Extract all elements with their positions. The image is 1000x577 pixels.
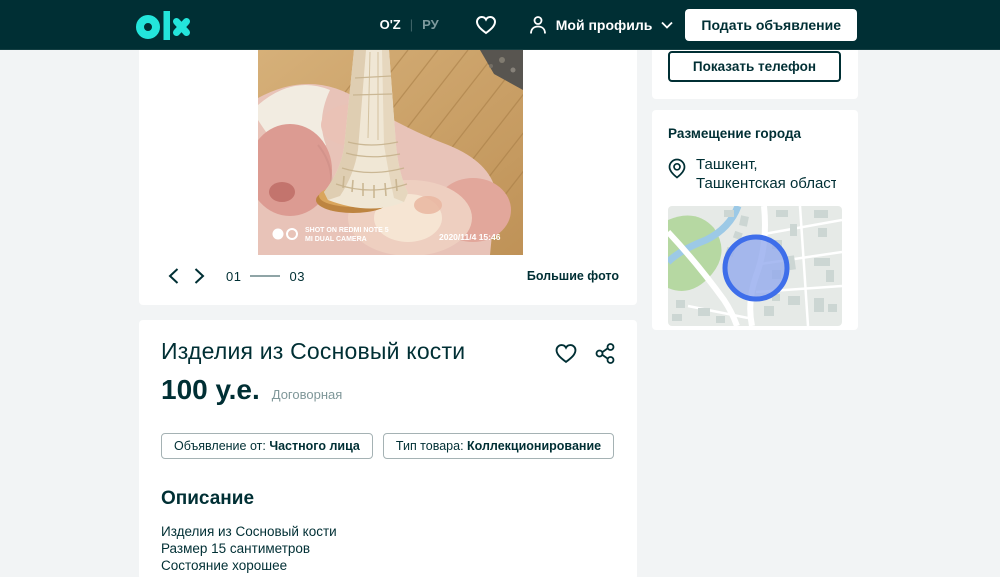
location-card: Размещение города Ташкент, Ташкентская о… xyxy=(652,110,858,330)
prev-photo-icon[interactable] xyxy=(162,264,184,288)
listing-details-card: Изделия из Сосновый кости 100 у.е. Догов… xyxy=(139,320,637,577)
lang-ru[interactable]: РУ xyxy=(422,17,439,32)
favorites-heart-icon[interactable] xyxy=(475,15,497,35)
location-text: Ташкент, Ташкентская област… xyxy=(696,155,836,193)
show-phone-button[interactable]: Показать телефон xyxy=(668,51,841,82)
big-photos-link[interactable]: Большие фото xyxy=(527,269,619,283)
price-negotiable-label: Договорная xyxy=(272,387,343,402)
lang-uz[interactable]: O'Z xyxy=(380,17,401,32)
photo-counter: 01 03 xyxy=(226,269,305,284)
post-ad-button[interactable]: Подать объявление xyxy=(685,9,857,41)
next-photo-icon[interactable] xyxy=(188,264,210,288)
seller-type-value: Частного лица xyxy=(269,439,360,453)
watermark-line2: MI DUAL CAMERA xyxy=(305,236,367,243)
profile-label: Мой профиль xyxy=(556,17,653,33)
photo-counter-current: 01 xyxy=(226,269,241,284)
profile-menu[interactable]: Мой профиль xyxy=(529,15,674,35)
watermark-line1: SHOT ON REDMI NOTE 5 xyxy=(305,227,389,234)
listing-tags: Объявление от: Частного лица Тип товара:… xyxy=(161,433,615,459)
gallery-card: SHOT ON REDMI NOTE 5 MI DUAL CAMERA 2020… xyxy=(139,50,637,305)
seller-type-label: Объявление от: xyxy=(174,439,269,453)
listing-title: Изделия из Сосновый кости xyxy=(161,338,465,365)
location-region: Ташкентская област… xyxy=(696,174,836,193)
lang-separator: | xyxy=(410,17,413,32)
item-type-value: Коллекционирование xyxy=(467,439,601,453)
location-heading: Размещение города xyxy=(668,126,842,141)
location-pin-icon xyxy=(668,158,686,179)
description-heading: Описание xyxy=(161,488,615,510)
photo-counter-total: 03 xyxy=(289,269,304,284)
seller-type-tag[interactable]: Объявление от: Частного лица xyxy=(161,433,373,459)
user-icon xyxy=(529,15,547,35)
description-line: Состояние хорошее xyxy=(161,557,615,574)
listing-photo[interactable]: SHOT ON REDMI NOTE 5 MI DUAL CAMERA 2020… xyxy=(258,50,523,255)
photo-of-carved-bone-item: SHOT ON REDMI NOTE 5 MI DUAL CAMERA 2020… xyxy=(258,50,523,255)
language-switcher: O'Z | РУ xyxy=(380,17,439,32)
location-map[interactable] xyxy=(668,206,842,326)
olx-logo[interactable] xyxy=(135,10,191,40)
item-type-label: Тип товара: xyxy=(396,439,467,453)
photo-counter-dash xyxy=(250,275,280,277)
favorite-heart-icon[interactable] xyxy=(554,343,578,364)
description-line: Размер 15 сантиметров xyxy=(161,540,615,557)
chevron-down-icon xyxy=(661,21,673,29)
top-navbar: O'Z | РУ Мой профиль Подать объявление xyxy=(0,0,1000,50)
gallery-controls: 01 03 Большие фото xyxy=(162,262,619,290)
contact-card: Показать телефон xyxy=(652,50,858,99)
watermark-datetime: 2020/11/4 15:46 xyxy=(439,232,501,242)
description-line: Изделия из Сосновый кости xyxy=(161,523,615,540)
description-text: Изделия из Сосновый кости Размер 15 сант… xyxy=(161,523,615,577)
item-type-tag[interactable]: Тип товара: Коллекционирование xyxy=(383,433,614,459)
listing-price: 100 у.е. xyxy=(161,374,260,406)
share-icon[interactable] xyxy=(595,343,615,364)
location-city: Ташкент, xyxy=(696,155,836,174)
